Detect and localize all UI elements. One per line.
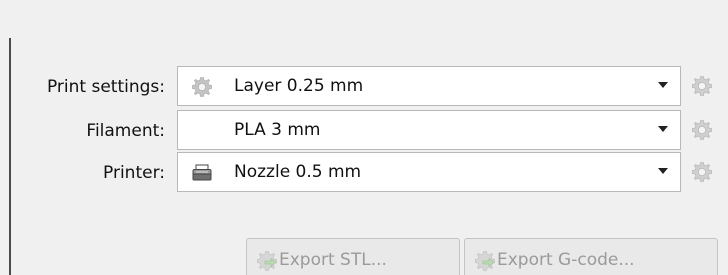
printer-icon — [192, 164, 212, 181]
export-gcode-button[interactable]: Export G-code... — [464, 238, 718, 275]
chevron-down-icon[interactable] — [658, 126, 668, 132]
filament-value: PLA 3 mm — [234, 120, 321, 140]
export-gear-icon — [475, 251, 495, 271]
print-settings-row: Print settings: Layer 0.25 mm — [0, 66, 728, 108]
print-settings-value: Layer 0.25 mm — [234, 76, 364, 96]
print-settings-select[interactable]: Layer 0.25 mm — [177, 66, 681, 106]
gear-icon[interactable] — [690, 160, 714, 184]
gear-icon[interactable] — [690, 74, 714, 98]
export-stl-label: Export STL... — [279, 250, 387, 270]
printer-select[interactable]: Nozzle 0.5 mm — [177, 152, 681, 192]
printer-value: Nozzle 0.5 mm — [234, 162, 362, 182]
filament-select[interactable]: PLA 3 mm — [177, 110, 681, 150]
gear-icon — [192, 77, 212, 97]
chevron-down-icon[interactable] — [658, 168, 668, 174]
export-gcode-label: Export G-code... — [497, 250, 635, 270]
chevron-down-icon[interactable] — [658, 82, 668, 88]
filament-row: Filament: PLA 3 mm — [0, 110, 728, 152]
print-settings-label: Print settings: — [46, 77, 165, 97]
printer-row: Printer: Nozzle 0.5 mm — [0, 152, 728, 194]
gear-icon[interactable] — [690, 118, 714, 142]
printer-label: Printer: — [103, 163, 165, 183]
filament-label: Filament: — [86, 121, 165, 141]
export-stl-button[interactable]: Export STL... — [246, 238, 460, 275]
export-gear-icon — [257, 251, 277, 271]
plater-settings-panel: Print settings: Layer 0.25 mm Filament: … — [0, 0, 728, 275]
